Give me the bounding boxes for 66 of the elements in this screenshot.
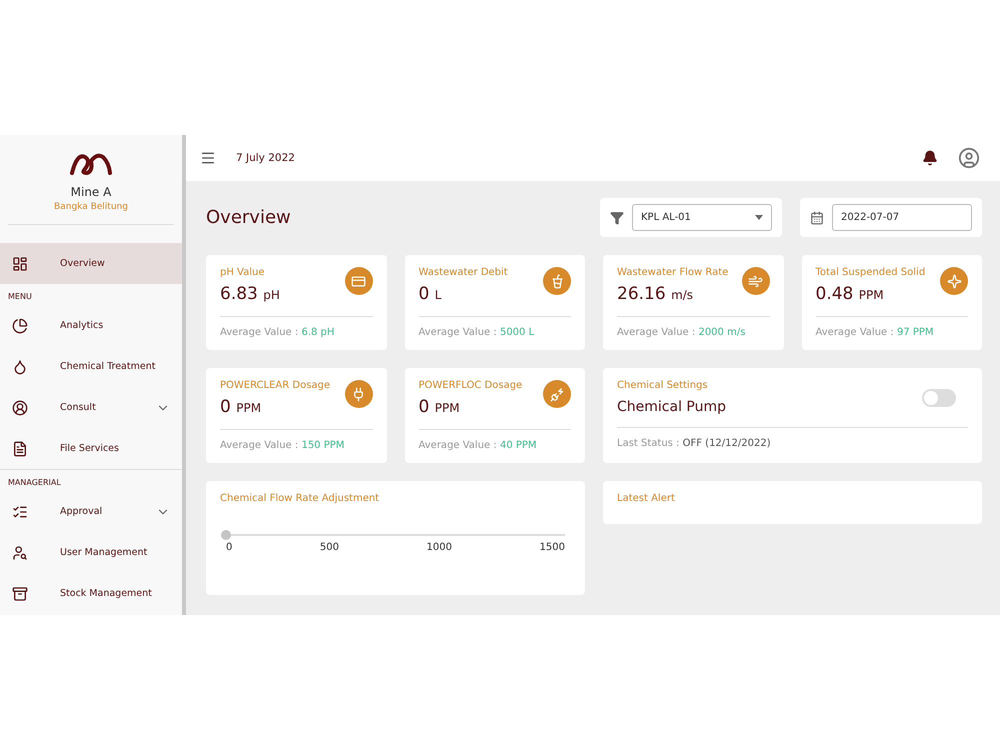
drop-icon — [12, 358, 28, 374]
pump-name: Chemical Pump — [617, 399, 726, 415]
metric-value: 6.83 pH — [220, 284, 280, 304]
card-icon — [344, 267, 372, 295]
nav-item[interactable]: File Services — [0, 428, 182, 469]
slider-mark: 1500 — [540, 542, 565, 553]
nav-item[interactable]: Stock Management — [0, 573, 182, 614]
logo-icon — [69, 151, 113, 177]
metric-value: 0 L — [418, 284, 442, 304]
metric-value: 26.16 m/s — [617, 284, 694, 304]
settings-title: Chemical Settings — [617, 380, 709, 391]
slider-mark: 1000 — [426, 542, 452, 553]
alert-title: Latest Alert — [617, 493, 676, 504]
plug-icon — [344, 380, 372, 408]
metric-title: Wastewater Flow Rate — [617, 267, 728, 278]
caret-icon — [755, 215, 763, 220]
document-icon — [12, 440, 28, 456]
nav-item[interactable]: Chemical Treatment — [0, 346, 182, 387]
filter-icon — [610, 210, 624, 224]
section-header: MENU — [7, 291, 33, 303]
page-title: Overview — [206, 207, 292, 228]
average-value: Average Value : 40 PPM — [418, 440, 538, 451]
last-status: Last Status : OFF (12/12/2022) — [617, 438, 772, 449]
bell-icon[interactable] — [922, 150, 938, 166]
cup-icon — [543, 267, 571, 295]
metric-value: 0 PPM — [220, 397, 262, 417]
flow-title: Chemical Flow Rate Adjustment — [220, 493, 380, 504]
pump-toggle[interactable] — [922, 388, 956, 406]
average-value: Average Value : 5000 L — [418, 327, 536, 338]
nav-item[interactable]: Approval — [0, 491, 182, 532]
checklist-icon — [12, 504, 28, 520]
nav-item[interactable]: User Management — [0, 532, 182, 573]
metric-value: 0.48 PPM — [816, 284, 885, 304]
site-dropdown[interactable]: KPL AL-01 — [632, 204, 772, 231]
metric-title: POWERCLEAR Dosage — [220, 380, 330, 391]
metric-title: pH Value — [220, 267, 266, 278]
average-value: Average Value : 150 PPM — [220, 440, 346, 451]
sparkle-icon — [940, 267, 968, 295]
archive-icon — [12, 586, 28, 602]
average-value: Average Value : 97 PPM — [816, 327, 935, 338]
average-value: Average Value : 2000 m/s — [617, 327, 746, 338]
org-name: Mine A — [70, 185, 112, 199]
user-search-icon — [12, 544, 28, 560]
nav-item[interactable]: Overview — [0, 243, 182, 284]
plug-icon — [543, 380, 571, 408]
slider-thumb[interactable] — [221, 530, 231, 540]
user-icon — [12, 400, 28, 416]
org-location: Bangka Belitung — [54, 202, 128, 212]
slider-mark: 500 — [320, 542, 339, 553]
menu-icon[interactable] — [200, 150, 216, 166]
wind-icon — [742, 267, 770, 295]
nav-item[interactable]: Analytics — [0, 305, 182, 346]
current-date: 7 July 2022 — [236, 152, 296, 164]
nav-item[interactable]: Consult — [0, 387, 182, 428]
metric-title: Wastewater Debit — [418, 267, 508, 278]
dashboard-icon — [12, 256, 28, 272]
slider-mark: 0 — [226, 542, 232, 553]
metric-title: POWERFLOC Dosage — [418, 380, 522, 391]
date-field[interactable]: 2022-07-07 — [832, 204, 972, 231]
metric-title: Total Suspended Solid — [816, 267, 926, 278]
metric-value: 0 PPM — [418, 397, 461, 417]
section-header: MANAGERIAL — [7, 477, 62, 489]
avatar-icon[interactable] — [958, 147, 980, 169]
average-value: Average Value : 6.8 pH — [220, 327, 336, 338]
pie-chart-icon — [12, 318, 28, 334]
calendar-icon — [810, 210, 824, 224]
